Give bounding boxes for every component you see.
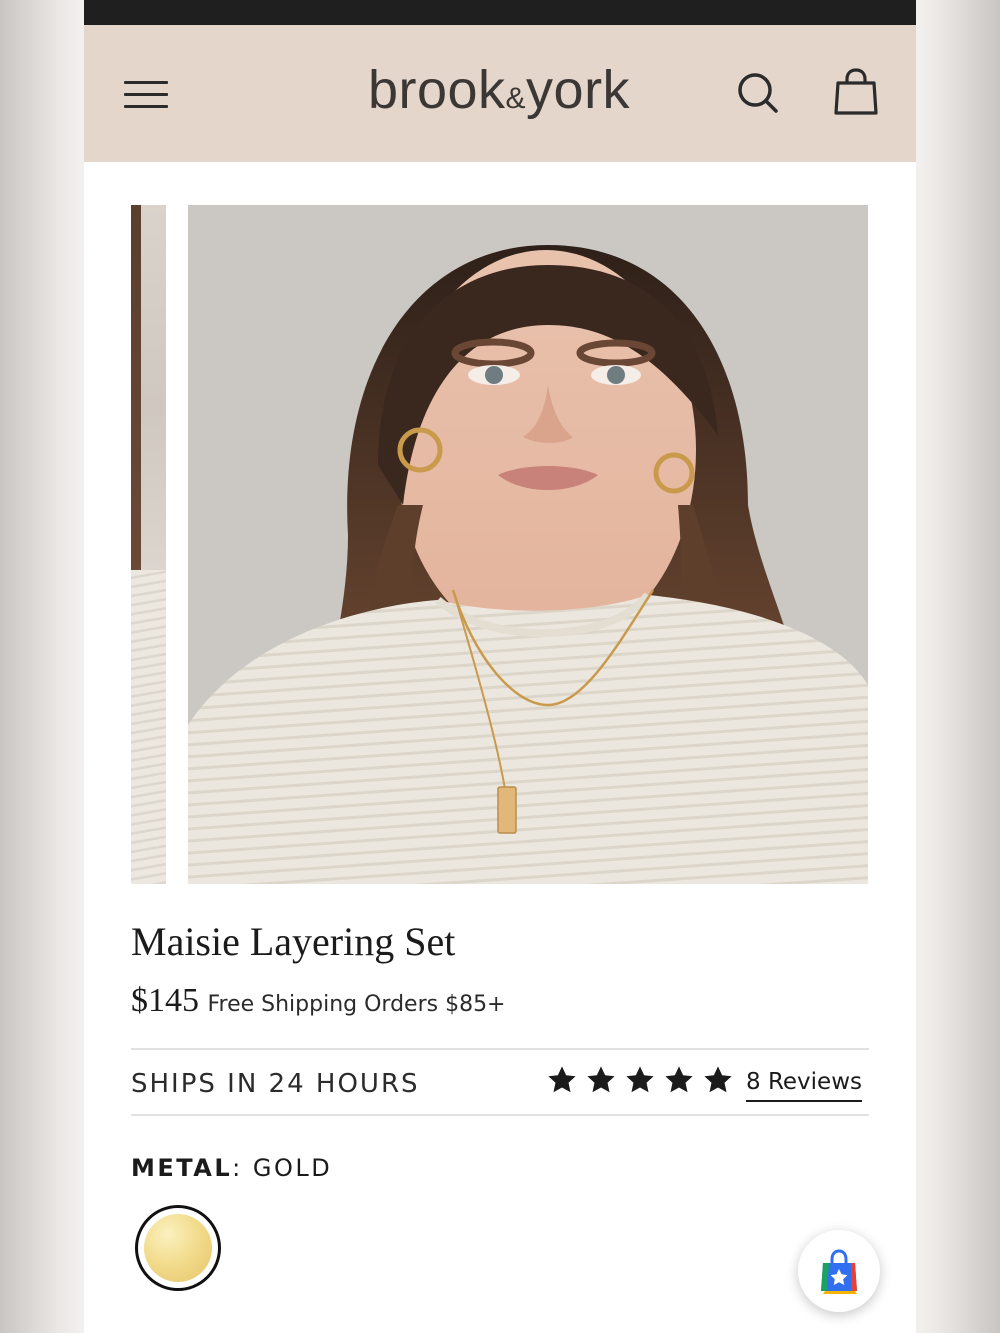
shop-app-icon (821, 1249, 857, 1294)
product-page: brook&york Maisie Layering Set $145 Free… (84, 0, 916, 1333)
shop-app-button[interactable] (798, 1230, 880, 1312)
product-price: $145 (131, 982, 199, 1019)
previous-image-hair (131, 205, 141, 585)
hamburger-icon-line (124, 105, 168, 108)
previous-product-image[interactable] (131, 205, 166, 884)
price-row: $145 Free Shipping Orders $85+ (131, 982, 871, 1030)
menu-button[interactable] (122, 77, 170, 111)
reviews-link[interactable]: 8 Reviews (746, 1064, 862, 1102)
search-button[interactable] (734, 69, 782, 117)
site-header: brook&york (84, 25, 916, 162)
status-bar (84, 0, 916, 25)
search-icon (738, 73, 778, 113)
gold-swatch-fill (144, 1214, 212, 1282)
gold-metal-swatch[interactable] (135, 1205, 221, 1291)
rating-stars[interactable] (546, 1064, 734, 1098)
model-photo (188, 205, 868, 884)
star-icon (626, 1066, 654, 1093)
previous-image-sweater (131, 570, 166, 884)
metal-label-value: GOLD (252, 1154, 333, 1182)
free-shipping-note: Free Shipping Orders $85+ (207, 992, 506, 1017)
main-product-image[interactable] (188, 205, 868, 884)
metal-option-label: METAL: GOLD (131, 1150, 332, 1186)
brand-ampersand: & (505, 82, 527, 115)
brand-logo[interactable]: brook&york (339, 55, 659, 125)
star-icon (665, 1066, 693, 1093)
star-icon (587, 1066, 615, 1093)
brand-name: brook (367, 60, 506, 120)
hamburger-icon (124, 81, 168, 84)
star-icon (548, 1066, 576, 1093)
product-title: Maisie Layering Set (131, 919, 456, 964)
metal-label-separator: : (232, 1154, 243, 1182)
ships-in-24-hours: SHIPS IN 24 HOURS (131, 1069, 420, 1099)
brand-name-end: york (526, 60, 631, 120)
cart-button[interactable] (832, 67, 880, 117)
product-image-gallery[interactable] (84, 205, 916, 884)
hamburger-icon-line (124, 93, 168, 96)
star-icon (704, 1066, 732, 1093)
divider-top (131, 1048, 869, 1050)
metal-label-key: METAL (131, 1154, 233, 1182)
shopping-bag-icon (834, 68, 878, 115)
divider-bottom (131, 1114, 869, 1116)
